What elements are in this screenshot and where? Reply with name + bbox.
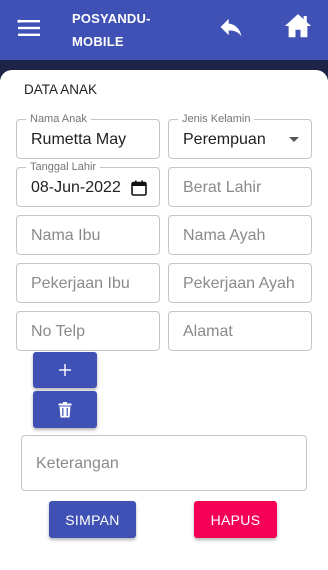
app-title-line2: MOBILE (72, 34, 124, 49)
nama-anak-field[interactable]: Nama Anak Rumetta May (16, 113, 160, 159)
simpan-button[interactable]: SIMPAN (49, 501, 136, 538)
section-title: DATA ANAK (24, 82, 98, 97)
jenis-kelamin-label: Jenis Kelamin (178, 113, 255, 125)
nama-anak-value: Rumetta May (31, 131, 127, 148)
tanggal-lahir-field[interactable]: Tanggal Lahir 08-Jun-2022 (16, 161, 160, 207)
nama-ayah-field[interactable]: Nama Ayah (168, 215, 312, 255)
delete-row-button[interactable] (33, 391, 97, 428)
alamat-placeholder: Alamat (183, 323, 233, 340)
home-icon[interactable] (283, 11, 313, 41)
berat-lahir-placeholder: Berat Lahir (183, 179, 262, 196)
nama-ibu-field[interactable]: Nama Ibu (16, 215, 160, 255)
no-telp-field[interactable]: No Telp (16, 311, 160, 351)
trash-icon (58, 401, 72, 417)
jenis-kelamin-select[interactable]: Jenis Kelamin Perempuan (168, 113, 312, 159)
pekerjaan-ibu-placeholder: Pekerjaan Ibu (31, 275, 130, 292)
menu-icon[interactable] (17, 16, 41, 40)
add-button[interactable] (33, 352, 97, 388)
alamat-field[interactable]: Alamat (168, 311, 312, 351)
jenis-kelamin-value: Perempuan (183, 131, 266, 148)
back-icon[interactable] (217, 13, 245, 41)
nama-ayah-placeholder: Nama Ayah (183, 227, 266, 244)
nama-anak-label: Nama Anak (26, 113, 91, 125)
tanggal-lahir-value: 08-Jun-2022 (31, 179, 121, 196)
chevron-down-icon[interactable] (289, 137, 299, 142)
keterangan-placeholder: Keterangan (36, 455, 119, 472)
calendar-icon[interactable] (131, 180, 147, 196)
hapus-button[interactable]: HAPUS (194, 501, 277, 538)
keterangan-field[interactable]: Keterangan (21, 435, 307, 491)
pekerjaan-ayah-placeholder: Pekerjaan Ayah (183, 275, 295, 292)
app-title: POSYANDU- MOBILE (72, 7, 182, 53)
nama-ibu-placeholder: Nama Ibu (31, 227, 101, 244)
berat-lahir-field[interactable]: Berat Lahir (168, 167, 312, 207)
pekerjaan-ayah-field[interactable]: Pekerjaan Ayah (168, 263, 312, 303)
no-telp-placeholder: No Telp (31, 323, 85, 340)
app-title-line1: POSYANDU- (72, 11, 151, 26)
app-bar: POSYANDU- MOBILE (0, 0, 328, 60)
tanggal-lahir-label: Tanggal Lahir (26, 161, 101, 173)
plus-icon (59, 364, 71, 376)
pekerjaan-ibu-field[interactable]: Pekerjaan Ibu (16, 263, 160, 303)
